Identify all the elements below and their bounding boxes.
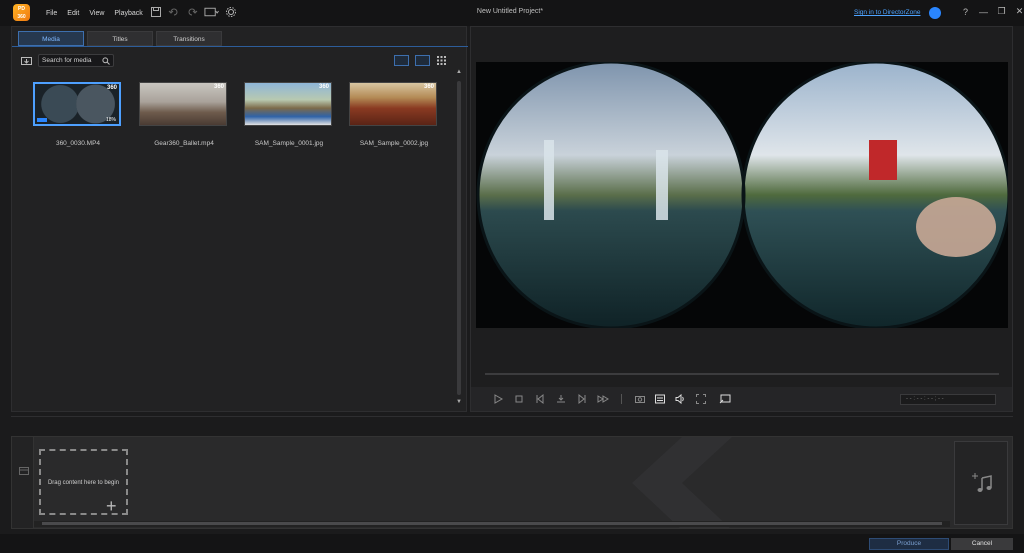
tab-media[interactable]: Media [18, 31, 84, 46]
aspect-ratio-icon[interactable] [204, 6, 219, 18]
external-display-icon[interactable] [719, 393, 731, 405]
split-icon[interactable] [555, 393, 567, 405]
chevron-decoration [632, 437, 732, 528]
scroll-up-icon[interactable]: ▲ [456, 69, 462, 75]
subtitle-icon[interactable] [654, 393, 666, 405]
timecode-display[interactable]: - - : - - : - - ; - - [900, 394, 996, 405]
image-thumbnail[interactable]: 360 [349, 82, 437, 126]
dual-fisheye-frame [476, 62, 1008, 328]
fast-forward-icon[interactable] [597, 393, 609, 405]
quick-toolbar [150, 6, 237, 18]
badge-360: 360 [213, 84, 224, 90]
menu-bar: File Edit View Playback [46, 0, 143, 26]
add-plus-icon[interactable]: + [106, 497, 117, 515]
settings-gear-icon[interactable] [225, 6, 237, 18]
badge-360: 360 [423, 84, 434, 90]
media-item-name: Gear360_Ballet.mp4 [154, 140, 214, 147]
produce-button[interactable]: Produce [869, 538, 949, 550]
media-library-panel: Media Titles Transitions Search for medi… [11, 26, 468, 412]
video-preview[interactable] [476, 62, 1008, 328]
fullscreen-icon[interactable] [695, 393, 707, 405]
library-scrollbar[interactable]: ▲ ▼ [455, 69, 463, 407]
music-drop-area[interactable] [954, 441, 1008, 525]
view-mode-buttons [394, 55, 447, 66]
media-item-name: SAM_Sample_0001.jpg [254, 140, 324, 147]
import-media-icon[interactable] [21, 56, 32, 65]
tab-transitions[interactable]: Transitions [156, 31, 222, 46]
help-icon[interactable]: ? [961, 7, 970, 17]
save-icon[interactable] [150, 6, 162, 18]
snapshot-icon[interactable] [634, 393, 646, 405]
tab-underline [12, 46, 468, 47]
preview-panel: - - : - - : - - ; - - [470, 26, 1013, 412]
playback-controls: - - : - - : - - ; - - [471, 387, 1012, 411]
scroll-thumb[interactable] [457, 81, 461, 395]
project-title: New Untitled Project* [476, 8, 544, 15]
play-icon[interactable] [492, 393, 504, 405]
track-gutter [12, 437, 34, 528]
scroll-down-icon[interactable]: ▼ [456, 399, 462, 405]
menu-edit[interactable]: Edit [67, 10, 79, 17]
image-thumbnail[interactable]: 360 [244, 82, 332, 126]
music-note-icon [972, 473, 992, 492]
storyboard-timeline: Drag content here to begin + [11, 436, 1013, 529]
app-window: PD 360 File Edit View Playback New Untitl… [0, 0, 1024, 553]
stop-icon[interactable] [513, 393, 525, 405]
video-thumbnail[interactable]: 360 18% [33, 82, 121, 126]
cancel-button[interactable]: Cancel [951, 538, 1013, 550]
title-bar: PD 360 File Edit View Playback New Untitl… [0, 0, 1024, 26]
media-search-input[interactable]: Search for media [38, 54, 114, 67]
badge-360: 360 [318, 84, 329, 90]
badge-360: 360 [106, 85, 117, 91]
redo-icon[interactable] [186, 6, 198, 18]
undo-icon[interactable] [168, 6, 180, 18]
video-thumbnail[interactable]: 360 [139, 82, 227, 126]
drop-zone-label: Drag content here to begin [47, 480, 120, 486]
restore-icon[interactable]: ❐ [997, 6, 1006, 17]
library-tabs: Media Titles Transitions [18, 31, 222, 46]
media-item-name: 360_0030.MP4 [55, 140, 101, 147]
timeline-scrollbar[interactable] [34, 521, 950, 527]
signin-link[interactable]: Sign in to DirectorZone [854, 9, 920, 16]
notification-bell-icon[interactable] [929, 7, 941, 19]
minimize-icon[interactable]: — [979, 7, 988, 17]
volume-icon[interactable] [674, 393, 686, 405]
window-controls: ? — ❐ ✕ [961, 6, 1024, 17]
footer-bar: Produce Cancel [0, 534, 1024, 553]
next-frame-icon[interactable] [576, 393, 588, 405]
timeline-scroll-thumb[interactable] [42, 522, 942, 525]
media-item-name: SAM_Sample_0002.jpg [359, 140, 429, 147]
previous-frame-icon[interactable] [534, 393, 546, 405]
import-progress-bar [37, 118, 47, 122]
grid-view-icon[interactable] [436, 55, 447, 66]
menu-view[interactable]: View [89, 10, 104, 17]
menu-playback[interactable]: Playback [114, 10, 142, 17]
search-icon[interactable] [102, 57, 110, 65]
tab-titles[interactable]: Titles [87, 31, 153, 46]
playback-seekbar[interactable] [485, 373, 999, 375]
thumbnail-view-icon[interactable] [394, 55, 409, 66]
control-divider [621, 394, 622, 404]
panel-divider[interactable] [11, 416, 1013, 417]
search-placeholder: Search for media [42, 57, 92, 64]
preview-view-icon[interactable] [415, 55, 430, 66]
video-track-icon [19, 467, 29, 475]
menu-file[interactable]: File [46, 10, 57, 17]
app-logo[interactable]: PD 360 [13, 4, 30, 21]
close-icon[interactable]: ✕ [1015, 6, 1024, 17]
import-progress-label: 18% [105, 117, 116, 123]
